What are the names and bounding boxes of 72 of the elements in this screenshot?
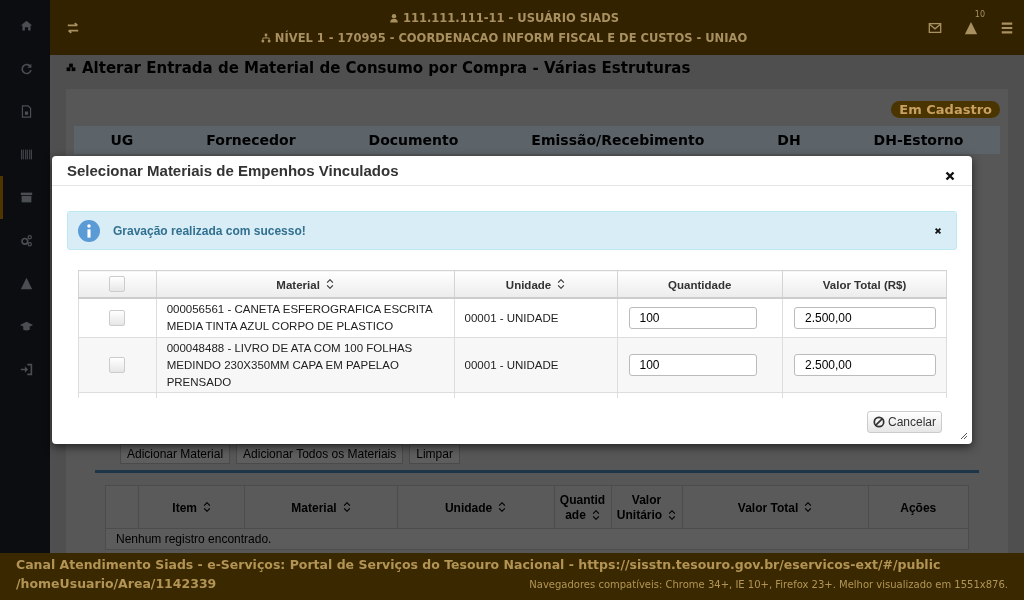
browser-note: Navegadores compatíveis: Chrome 34+, IE 10+, Firefox 23+. Melhor visualizado em 1551x876.	[529, 579, 1008, 590]
close-icon[interactable]	[945, 170, 955, 181]
resize-grip-icon[interactable]	[960, 432, 968, 440]
material-cell: 000048488 - LIVRO DE ATA COM 100 FOLHAS MEDINDO 230X350MM CAPA EM PAPELAO PRENSADO	[156, 337, 455, 393]
column-header: Emissão/Recebimento	[531, 132, 705, 148]
column-header[interactable]: Valor Total	[682, 485, 869, 529]
empty-message: Nenhum registro encontrado.	[105, 528, 969, 550]
quantity-field[interactable]: 100	[628, 307, 757, 329]
warning-icon[interactable]	[964, 20, 978, 35]
unit-cell: 00001 - UNIDADE	[454, 337, 617, 393]
sort-icon	[557, 279, 566, 290]
user-icon	[389, 12, 399, 23]
support-link[interactable]: /homeUsuario/Area/1142339	[16, 576, 217, 591]
sort-icon	[203, 502, 211, 513]
total-value-field[interactable]: 2.500,00	[794, 307, 936, 329]
sort-icon	[591, 509, 600, 520]
column-header[interactable]: Quantidade	[554, 485, 611, 529]
cancel-button[interactable]: Cancelar	[866, 411, 942, 433]
column-header[interactable]: Unidade	[454, 270, 617, 298]
select-all-checkbox[interactable]	[109, 276, 126, 292]
alert-message: Gravação realizada com sucesso!	[113, 223, 307, 238]
column-header[interactable]: Item	[138, 485, 245, 529]
warning-icon	[20, 277, 33, 290]
quantity-field[interactable]: 100	[628, 354, 757, 376]
page-title: Alterar Entrada de Material de Consumo por Compra - Várias Estruturas	[82, 59, 691, 77]
menu-icon[interactable]	[1000, 20, 1014, 35]
user-name: 111.111.111-11 - USUÁRIO SIADS	[403, 10, 619, 25]
action-button[interactable]: Adicionar Todos os Materiais	[236, 444, 404, 464]
row-checkbox[interactable]	[109, 357, 126, 374]
organization-unit: NÍVEL 1 - 170995 - COORDENACAO INFORM FISCAL E DE CUSTOS - UNIAO	[274, 30, 748, 45]
sort-icon	[342, 502, 351, 513]
total-value-field[interactable]: 2.500,00	[794, 354, 936, 376]
column-header: Quantidade	[617, 270, 783, 298]
barcode-icon	[20, 148, 33, 161]
column-header: Documento	[368, 132, 459, 148]
graduation-cap-icon	[20, 320, 33, 333]
row-checkbox[interactable]	[109, 310, 126, 327]
cubes-icon	[66, 63, 76, 73]
column-header[interactable]: Valor Unitário	[611, 485, 682, 529]
action-button[interactable]: Limpar	[409, 444, 460, 464]
column-header: UG	[110, 132, 134, 148]
notification-count: 10	[974, 9, 985, 19]
sort-icon	[325, 279, 334, 290]
gears-icon	[20, 234, 33, 247]
envelope-icon[interactable]	[928, 20, 942, 35]
home-icon	[20, 19, 33, 32]
sign-in-icon	[20, 363, 33, 376]
column-header: DH	[777, 132, 801, 148]
archive-icon	[20, 191, 33, 204]
swap-icon[interactable]	[66, 20, 80, 35]
sort-icon	[804, 502, 813, 513]
support-link[interactable]: Canal Atendimento Siads - e-Serviços: Portal de Serviços do Tesouro Nacional - https://sisstn.tesouro.gov.br/eservicos-ext/#/public	[16, 557, 1008, 572]
column-header: Fornecedor	[206, 132, 296, 148]
column-header[interactable]: Material	[244, 485, 398, 529]
column-header: Ações	[868, 485, 969, 529]
refresh-icon	[20, 62, 33, 75]
column-header[interactable]: Material	[156, 270, 455, 298]
status-badge: Em Cadastro	[891, 101, 1000, 118]
unit-cell: 00001 - UNIDADE	[454, 298, 617, 338]
column-header[interactable]: Unidade	[397, 485, 554, 529]
column-header: DH-Estorno	[873, 132, 964, 148]
info-icon	[78, 219, 100, 242]
material-cell: 000056561 - CANETA ESFEROGRAFICA ESCRITA MEDIA TINTA AZUL CORPO DE PLASTICO	[156, 298, 455, 338]
sitemap-icon	[260, 32, 271, 43]
sort-icon	[668, 509, 677, 520]
action-button[interactable]: Adicionar Material	[120, 444, 231, 464]
modal-title: Selecionar Materiais de Empenhos Vinculados	[67, 162, 399, 179]
file-icon	[20, 105, 33, 118]
sort-icon	[498, 502, 507, 513]
column-header: Valor Total (R$)	[782, 270, 947, 298]
close-icon[interactable]	[934, 226, 942, 235]
ban-icon	[872, 416, 885, 428]
